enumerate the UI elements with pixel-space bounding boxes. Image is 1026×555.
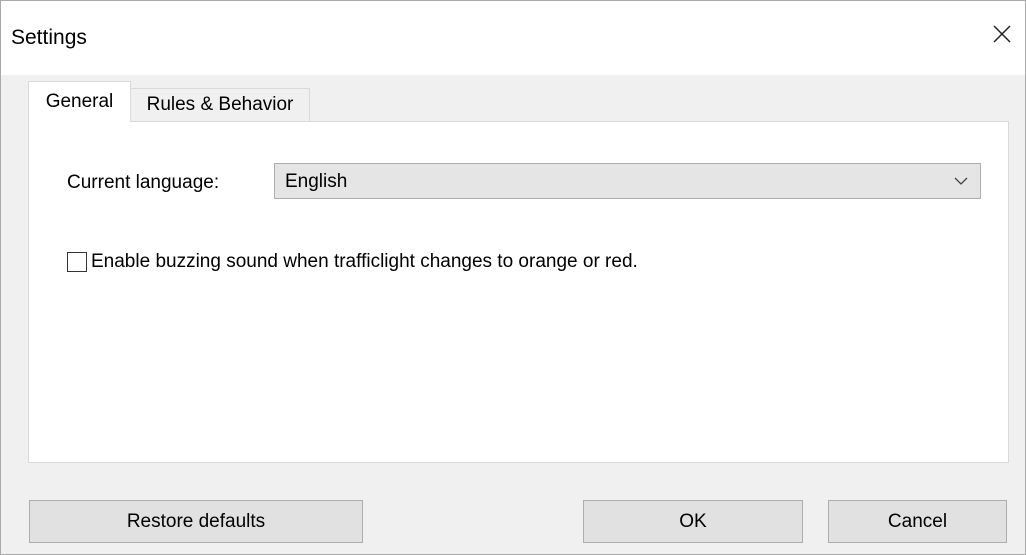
close-button[interactable] bbox=[979, 11, 1025, 57]
general-tab-panel: Current language: English Enable buzzing… bbox=[28, 121, 1009, 463]
tab-rules-behavior-label: Rules & Behavior bbox=[146, 94, 294, 115]
tab-general-label: General bbox=[45, 91, 114, 112]
ok-button[interactable]: OK bbox=[583, 500, 803, 543]
buzz-checkbox-label: Enable buzzing sound when trafficlight c… bbox=[91, 251, 638, 272]
chevron-down-icon bbox=[954, 177, 968, 185]
tab-general[interactable]: General bbox=[28, 81, 131, 122]
tab-rules-behavior[interactable]: Rules & Behavior bbox=[130, 88, 310, 122]
settings-dialog: Settings General Rules & Behavior Curren… bbox=[0, 0, 1026, 555]
close-icon bbox=[993, 25, 1011, 43]
language-label: Current language: bbox=[67, 172, 220, 193]
restore-defaults-button[interactable]: Restore defaults bbox=[29, 500, 363, 543]
cancel-button[interactable]: Cancel bbox=[828, 500, 1007, 543]
tab-strip: General Rules & Behavior bbox=[28, 81, 1008, 122]
window-title: Settings bbox=[11, 26, 87, 49]
buzz-checkbox-row[interactable]: Enable buzzing sound when trafficlight c… bbox=[67, 250, 638, 274]
buzz-checkbox[interactable] bbox=[67, 252, 87, 272]
language-select-value: English bbox=[285, 171, 348, 192]
title-bar: Settings bbox=[1, 1, 1025, 75]
language-select[interactable]: English bbox=[274, 163, 981, 199]
